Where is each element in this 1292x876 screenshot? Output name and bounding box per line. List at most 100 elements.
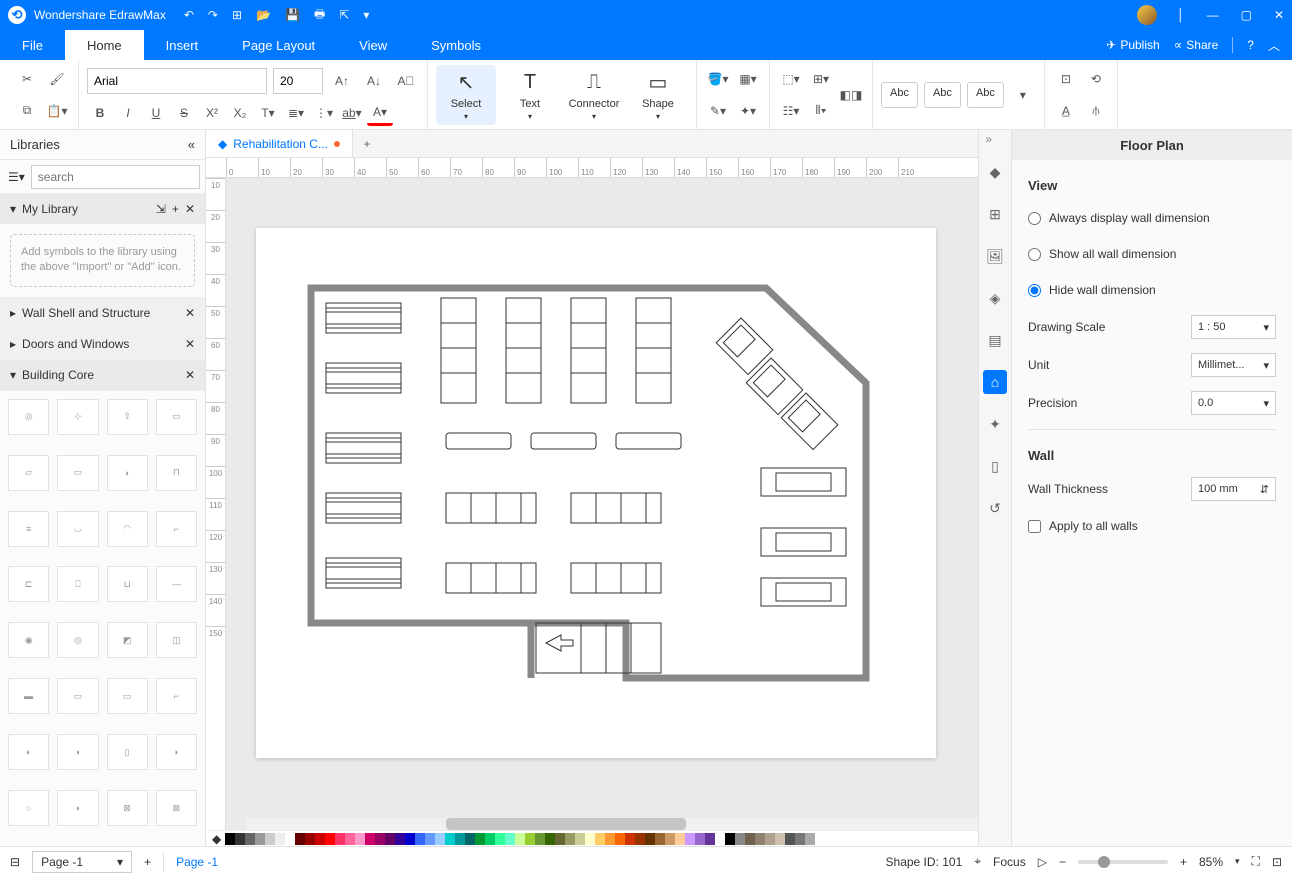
shape-item[interactable]: ◗ bbox=[107, 455, 148, 491]
add-tab-button[interactable]: + bbox=[353, 130, 381, 157]
redo-icon[interactable]: ↷ bbox=[208, 8, 218, 22]
color-swatch[interactable] bbox=[805, 833, 815, 845]
italic-icon[interactable]: I bbox=[115, 100, 141, 126]
color-swatch[interactable] bbox=[265, 833, 275, 845]
color-swatch[interactable] bbox=[295, 833, 305, 845]
shape-item[interactable]: ⊹ bbox=[57, 399, 98, 435]
help-icon[interactable]: ? bbox=[1247, 38, 1254, 52]
color-swatch[interactable] bbox=[565, 833, 575, 845]
color-swatch[interactable] bbox=[405, 833, 415, 845]
shape-item[interactable]: ◉ bbox=[8, 622, 49, 658]
library-search-input[interactable] bbox=[31, 165, 200, 189]
zoom-in-icon[interactable]: + bbox=[1180, 855, 1187, 869]
save-icon[interactable]: 💾 bbox=[285, 8, 300, 22]
collapse-left-icon[interactable]: « bbox=[188, 137, 195, 152]
fit-page-icon[interactable]: ⛶ bbox=[1252, 854, 1260, 869]
share-button[interactable]: ∝ Share bbox=[1174, 38, 1219, 52]
library-menu-icon[interactable]: ☰▾ bbox=[8, 170, 25, 184]
shape-item[interactable]: ⇧ bbox=[107, 399, 148, 435]
color-swatch[interactable] bbox=[625, 833, 635, 845]
bullets-icon[interactable]: ≣▾ bbox=[283, 100, 309, 126]
font-color-icon[interactable]: A▾ bbox=[367, 100, 393, 126]
connector-tool[interactable]: ⎍Connector▾ bbox=[564, 65, 624, 125]
color-swatch[interactable] bbox=[545, 833, 555, 845]
precision-select[interactable]: 0.0▾ bbox=[1191, 391, 1276, 415]
page-fit-icon[interactable]: ⊡ bbox=[1053, 66, 1079, 92]
presentation-panel-icon[interactable]: ▯ bbox=[983, 454, 1007, 478]
image-panel-icon[interactable]: 🖼 bbox=[983, 244, 1007, 268]
import-icon[interactable]: ⇲ bbox=[156, 202, 166, 216]
color-swatch[interactable] bbox=[635, 833, 645, 845]
color-swatch[interactable] bbox=[475, 833, 485, 845]
section-wall[interactable]: Wall Shell and Structure bbox=[22, 306, 179, 320]
outline-icon[interactable]: ⊟ bbox=[10, 855, 20, 869]
qat-more-icon[interactable]: ▾ bbox=[363, 8, 369, 22]
color-swatch[interactable] bbox=[505, 833, 515, 845]
color-swatch[interactable] bbox=[665, 833, 675, 845]
color-swatch[interactable] bbox=[465, 833, 475, 845]
layers-panel-icon[interactable]: ◈ bbox=[983, 286, 1007, 310]
color-swatch[interactable] bbox=[325, 833, 335, 845]
color-swatch[interactable] bbox=[395, 833, 405, 845]
color-swatch[interactable] bbox=[315, 833, 325, 845]
wall-thickness-input[interactable]: 100 mm⇵ bbox=[1191, 477, 1276, 501]
shape-item[interactable]: ▯ bbox=[107, 734, 148, 770]
flip-icon[interactable]: ◧◨ bbox=[838, 82, 864, 108]
color-swatch[interactable] bbox=[675, 833, 685, 845]
user-avatar[interactable] bbox=[1137, 5, 1157, 25]
color-swatch[interactable] bbox=[525, 833, 535, 845]
font-family-select[interactable] bbox=[87, 68, 267, 94]
strike-icon[interactable]: S bbox=[171, 100, 197, 126]
shape-item[interactable]: ◎ bbox=[8, 399, 49, 435]
color-swatch[interactable] bbox=[735, 833, 745, 845]
color-swatch[interactable] bbox=[585, 833, 595, 845]
shape-item[interactable]: ▭ bbox=[57, 678, 98, 714]
maximize-icon[interactable]: ▢ bbox=[1241, 8, 1252, 22]
distribute-icon[interactable]: ⫴▾ bbox=[808, 98, 834, 124]
fill-icon[interactable]: 🪣▾ bbox=[705, 66, 731, 92]
mylibrary-header[interactable]: My Library bbox=[22, 202, 150, 216]
color-swatch[interactable] bbox=[685, 833, 695, 845]
tab-file[interactable]: File bbox=[0, 30, 65, 60]
color-swatch[interactable] bbox=[615, 833, 625, 845]
shape-item[interactable]: ⊓ bbox=[156, 455, 197, 491]
fullscreen-icon[interactable]: ⊡ bbox=[1272, 855, 1282, 869]
color-picker-icon[interactable]: ◆ bbox=[212, 832, 221, 846]
tab-symbols[interactable]: Symbols bbox=[409, 30, 503, 60]
color-swatch[interactable] bbox=[345, 833, 355, 845]
group-icon[interactable]: ⊞▾ bbox=[808, 66, 834, 92]
export-icon[interactable]: ⇱ bbox=[339, 8, 349, 22]
color-swatch[interactable] bbox=[755, 833, 765, 845]
color-swatch[interactable] bbox=[385, 833, 395, 845]
drawing-scale-select[interactable]: 1 : 50▾ bbox=[1191, 315, 1276, 339]
close-icon[interactable]: ✕ bbox=[1274, 8, 1284, 22]
page-panel-icon[interactable]: ▤ bbox=[983, 328, 1007, 352]
shape-item[interactable]: ◫ bbox=[156, 622, 197, 658]
shape-item[interactable]: ▭ bbox=[107, 678, 148, 714]
shape-item[interactable]: ⊏ bbox=[8, 566, 49, 602]
color-swatch[interactable] bbox=[355, 833, 365, 845]
theme-3[interactable]: Abc bbox=[967, 82, 1004, 108]
color-swatch[interactable] bbox=[275, 833, 285, 845]
color-swatch[interactable] bbox=[795, 833, 805, 845]
navigator-panel-icon[interactable]: ✦ bbox=[983, 412, 1007, 436]
shape-item[interactable]: — bbox=[156, 566, 197, 602]
add-icon[interactable]: + bbox=[172, 202, 179, 216]
minimize-icon[interactable]: — bbox=[1207, 8, 1219, 22]
linespacing-icon[interactable]: ⋮▾ bbox=[311, 100, 337, 126]
color-swatch[interactable] bbox=[365, 833, 375, 845]
color-swatch[interactable] bbox=[715, 833, 725, 845]
quick-style-icon[interactable]: ✦▾ bbox=[735, 98, 761, 124]
print-icon[interactable]: 🖶 bbox=[314, 5, 325, 26]
connector-style-icon[interactable]: ⫛ bbox=[1083, 98, 1109, 124]
color-swatch[interactable] bbox=[485, 833, 495, 845]
highlight-icon[interactable]: ab▾ bbox=[339, 100, 365, 126]
select-tool[interactable]: ↖Select▾ bbox=[436, 65, 496, 125]
align-icon[interactable]: ☷▾ bbox=[778, 98, 804, 124]
color-swatch[interactable] bbox=[705, 833, 715, 845]
undo-icon[interactable]: ↶ bbox=[184, 8, 194, 22]
expand-right-icon[interactable]: » bbox=[985, 132, 992, 146]
shape-item[interactable]: ⌐ bbox=[156, 678, 197, 714]
color-swatch[interactable] bbox=[695, 833, 705, 845]
grid-panel-icon[interactable]: ⊞ bbox=[983, 202, 1007, 226]
